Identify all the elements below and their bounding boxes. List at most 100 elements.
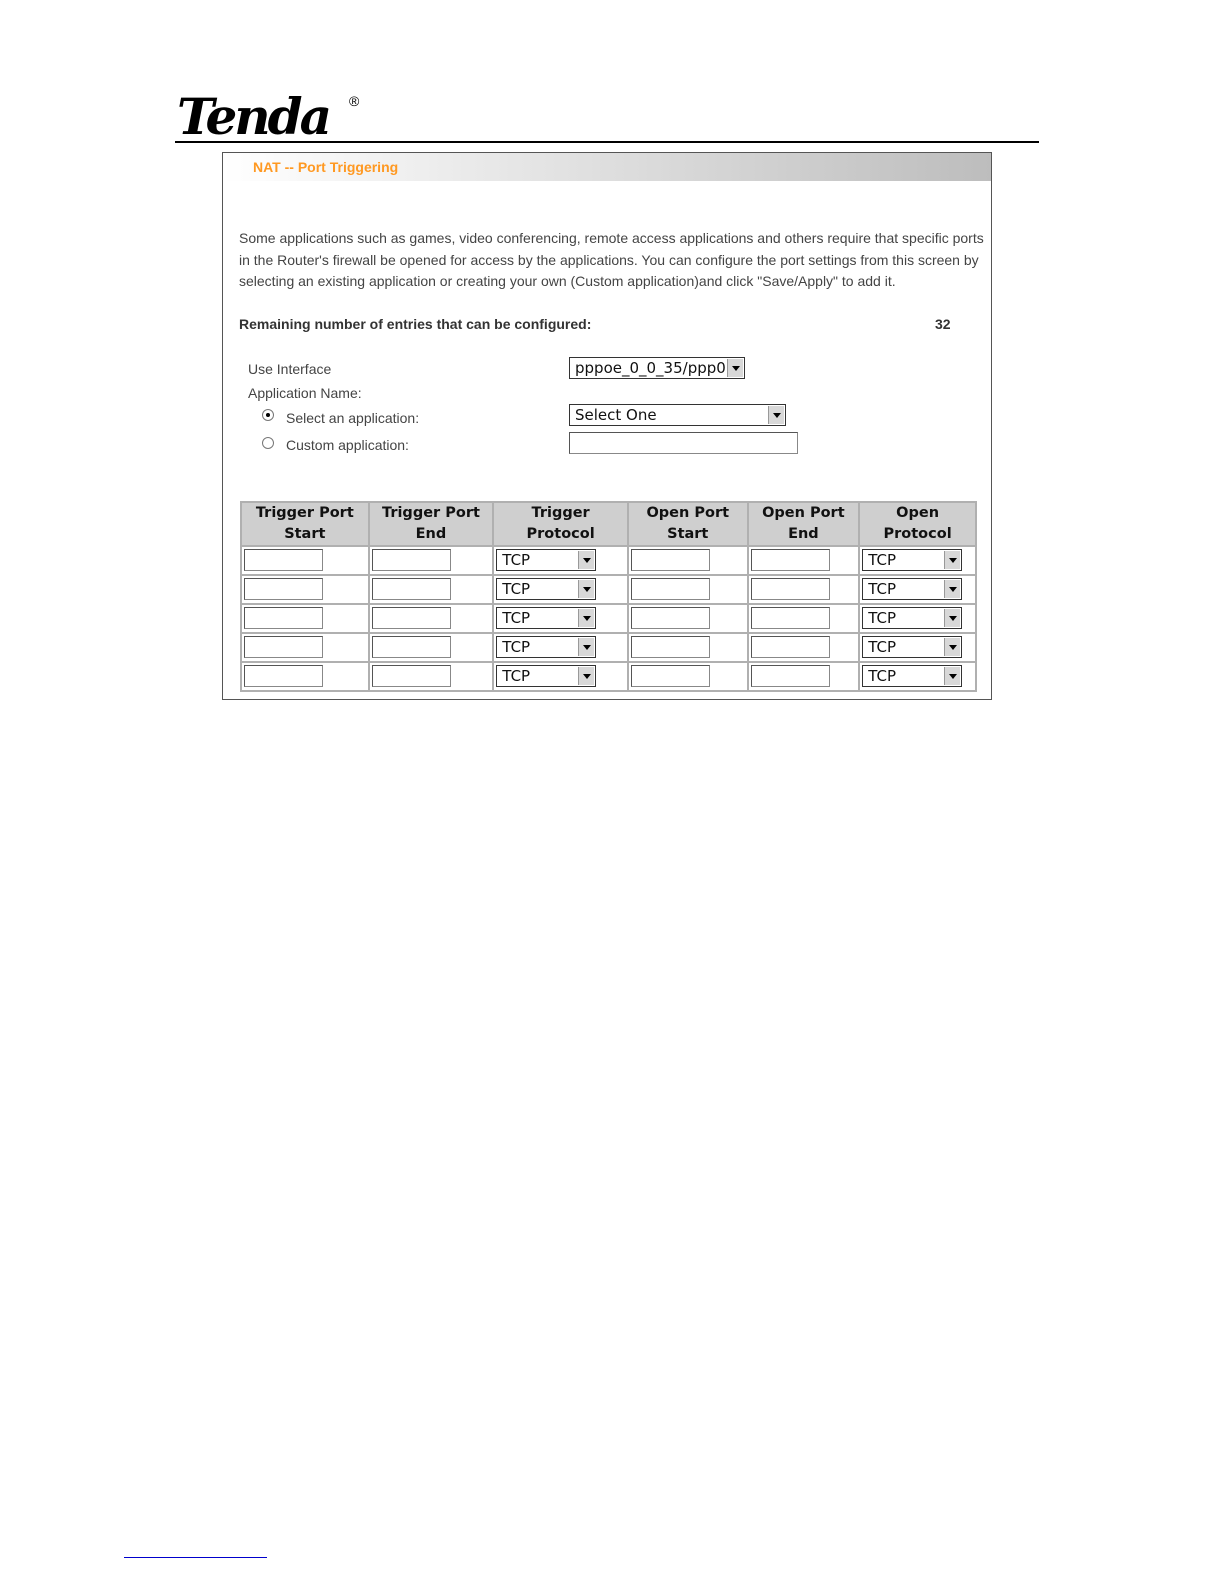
remaining-entries-label: Remaining number of entries that can be … — [239, 316, 592, 332]
cell — [240, 661, 370, 692]
logo-text: Tenda — [177, 87, 332, 146]
open-protocol-select[interactable]: TCP — [862, 607, 963, 629]
open-port-end-input[interactable] — [750, 549, 830, 571]
chevron-down-icon — [768, 406, 784, 424]
trigger-protocol-select[interactable]: TCP — [496, 607, 597, 629]
cell — [626, 632, 749, 663]
table-row: TCP TCP — [240, 603, 977, 634]
trigger-port-start-input[interactable] — [244, 607, 323, 629]
tenda-logo: Tenda ® — [177, 92, 359, 142]
cell — [626, 545, 749, 576]
use-interface-value: pppoe_0_0_35/ppp0 — [575, 359, 726, 377]
select-value: TCP — [502, 551, 531, 569]
select-application-value: Select One — [575, 406, 657, 424]
select-application-dropdown[interactable]: Select One — [569, 404, 786, 426]
open-protocol-select[interactable]: TCP — [862, 636, 963, 658]
cell: TCP — [858, 632, 977, 663]
open-port-start-input[interactable] — [630, 549, 710, 571]
chevron-down-icon — [578, 551, 595, 569]
header-trigger-port-start: Trigger Port Start — [240, 501, 370, 547]
cell — [746, 545, 861, 576]
cell: TCP — [858, 603, 977, 634]
header-text: Start — [284, 526, 326, 542]
intro-text: Some applications such as games, video c… — [239, 230, 984, 289]
header-text: Open Port — [646, 505, 730, 521]
header-trigger-protocol: Trigger Protocol — [492, 501, 629, 547]
cell: TCP — [492, 661, 629, 692]
chevron-down-icon — [578, 667, 595, 685]
select-value: TCP — [502, 580, 531, 598]
header-text: Protocol — [883, 526, 952, 542]
cell: TCP — [492, 632, 629, 663]
cell: TCP — [492, 603, 629, 634]
select-value: TCP — [868, 580, 896, 598]
use-interface-select[interactable]: pppoe_0_0_35/ppp0 — [569, 357, 745, 379]
open-port-end-input[interactable] — [750, 578, 830, 600]
open-port-start-input[interactable] — [630, 607, 710, 629]
header-divider — [175, 141, 1039, 143]
open-port-start-input[interactable] — [630, 665, 710, 687]
cell — [367, 603, 495, 634]
trigger-port-end-input[interactable] — [371, 607, 451, 629]
table-row: TCP TCP — [240, 574, 977, 605]
remaining-entries-count: 32 — [935, 316, 951, 332]
chevron-down-icon — [944, 667, 961, 685]
cell: TCP — [858, 661, 977, 692]
cell — [746, 574, 861, 605]
header-text: Trigger Protocol — [526, 505, 595, 542]
chevron-down-icon — [944, 638, 961, 656]
select-value: TCP — [502, 667, 531, 685]
trigger-protocol-select[interactable]: TCP — [496, 578, 597, 600]
footer-link-underline[interactable] — [124, 1557, 267, 1558]
cell: TCP — [858, 545, 977, 576]
trigger-protocol-select[interactable]: TCP — [496, 665, 597, 687]
open-protocol-select[interactable]: TCP — [862, 665, 963, 687]
trigger-port-start-input[interactable] — [244, 636, 323, 658]
table-row: TCP TCP — [240, 661, 977, 692]
custom-application-radio[interactable] — [262, 437, 274, 449]
custom-application-input[interactable] — [569, 432, 798, 454]
select-application-radio[interactable] — [262, 409, 274, 421]
chevron-down-icon — [944, 609, 961, 627]
trigger-port-end-input[interactable] — [371, 578, 451, 600]
cell: TCP — [492, 545, 629, 576]
open-port-end-input[interactable] — [750, 665, 830, 687]
trigger-port-end-input[interactable] — [371, 665, 451, 687]
table-header-row: Trigger Port Start Trigger Port End Trig… — [240, 501, 977, 547]
trigger-protocol-select[interactable]: TCP — [496, 636, 597, 658]
cell — [367, 574, 495, 605]
trigger-port-start-input[interactable] — [244, 665, 323, 687]
open-port-end-input[interactable] — [750, 636, 830, 658]
open-protocol-select[interactable]: TCP — [862, 578, 963, 600]
application-name-label: Application Name: — [248, 385, 362, 401]
table-row: TCP TCP — [240, 545, 977, 576]
chevron-down-icon — [578, 638, 595, 656]
cell — [626, 661, 749, 692]
cell — [240, 574, 370, 605]
select-value: TCP — [868, 638, 896, 656]
open-port-start-input[interactable] — [630, 578, 710, 600]
cell — [746, 603, 861, 634]
trigger-port-start-input[interactable] — [244, 549, 323, 571]
cell — [240, 632, 370, 663]
cell — [367, 661, 495, 692]
header-trigger-port-end: Trigger Port End — [367, 501, 495, 547]
port-trigger-table: Trigger Port Start Trigger Port End Trig… — [240, 501, 977, 692]
chevron-down-icon — [944, 580, 961, 598]
page-title: NAT -- Port Triggering — [253, 159, 399, 175]
select-value: TCP — [868, 551, 896, 569]
open-protocol-select[interactable]: TCP — [862, 549, 963, 571]
cell — [626, 574, 749, 605]
header-open-port-end: Open Port End — [746, 501, 861, 547]
trigger-port-end-input[interactable] — [371, 636, 451, 658]
trigger-port-start-input[interactable] — [244, 578, 323, 600]
trigger-protocol-select[interactable]: TCP — [496, 549, 597, 571]
select-value: TCP — [868, 609, 896, 627]
select-application-label: Select an application: — [286, 410, 420, 426]
cell — [240, 545, 370, 576]
select-value: TCP — [502, 638, 531, 656]
open-port-end-input[interactable] — [750, 607, 830, 629]
open-port-start-input[interactable] — [630, 636, 710, 658]
trigger-port-end-input[interactable] — [371, 549, 451, 571]
cell: TCP — [492, 574, 629, 605]
